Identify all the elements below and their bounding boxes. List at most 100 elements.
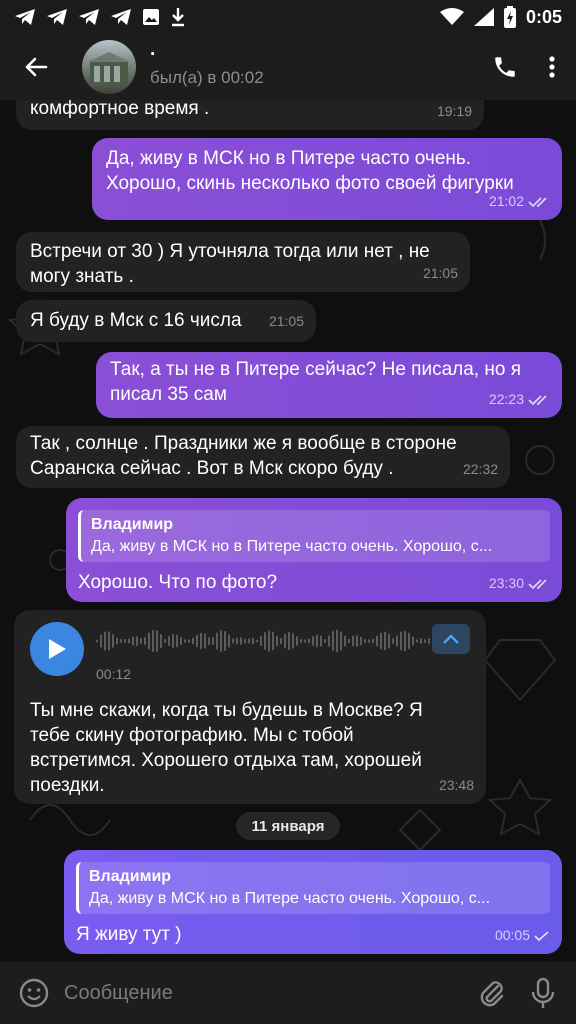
battery-charging-icon <box>503 6 516 28</box>
waveform-bar <box>256 639 258 643</box>
waveform-bar <box>304 639 306 643</box>
waveform-bar <box>424 638 426 644</box>
reply-quote[interactable]: Владимир Да, живу в МСК но в Питере част… <box>76 862 550 914</box>
message-outgoing[interactable]: Так, а ты не в Питере сейчас? Не писала,… <box>96 352 562 418</box>
message-meta: 22:23 <box>489 387 550 412</box>
waveform-bar <box>120 639 122 643</box>
waveform-bar <box>412 636 414 646</box>
message-input[interactable] <box>64 981 434 1005</box>
reply-quote[interactable]: Владимир Да, живу в МСК но в Питере част… <box>78 510 550 562</box>
waveform-bar <box>324 638 326 644</box>
message-time: 23:48 <box>438 777 474 793</box>
waveform-bar <box>344 635 346 647</box>
waveform-bar <box>308 638 310 644</box>
transcribe-button[interactable] <box>432 624 470 654</box>
message-meta: 21:05 <box>423 261 458 286</box>
play-button[interactable] <box>30 622 84 676</box>
waveform-bar <box>228 634 230 648</box>
chevron-up-icon <box>443 634 459 644</box>
waveform-bar <box>356 635 358 647</box>
message-incoming[interactable]: Я буду в Мск с 16 числа 21:05 <box>16 300 316 342</box>
waveform-bar <box>360 636 362 646</box>
message-text: Встречи от 30 ) Я уточняла тогда или нет… <box>30 241 430 287</box>
message-meta: 21:05 <box>269 309 304 334</box>
waveform-bar <box>272 631 274 651</box>
waveform-bar <box>180 636 182 646</box>
message-time: 23:30 <box>488 575 524 591</box>
waveform-bar <box>416 639 418 643</box>
waveform-bar <box>100 634 102 648</box>
paperclip-icon[interactable] <box>476 977 508 1009</box>
smile-icon[interactable] <box>18 977 50 1009</box>
back-button[interactable] <box>18 49 54 85</box>
waveform-bar <box>408 632 410 650</box>
waveform-bar <box>368 639 370 643</box>
phone-icon[interactable] <box>492 54 518 80</box>
voice-duration: 00:12 <box>96 666 132 682</box>
wifi-icon <box>439 8 464 25</box>
check-icon <box>534 930 549 941</box>
message-incoming[interactable]: комфортное время . 19:19 <box>16 100 484 130</box>
waveform-bar <box>200 632 202 650</box>
waveform-bar <box>160 633 162 649</box>
message-incoming[interactable]: Так , солнце . Праздники же я вообще в с… <box>16 426 510 488</box>
avatar[interactable] <box>82 40 136 94</box>
status-bar: 0:05 <box>0 0 576 34</box>
message-text: Так , солнце . Праздники же я вообще в с… <box>30 433 457 479</box>
message-text: Я буду в Мск с 16 числа <box>30 310 242 331</box>
waveform-bar <box>208 636 210 646</box>
message-time: 21:05 <box>422 265 458 281</box>
message-time: 21:02 <box>488 193 524 209</box>
waveform-bar <box>284 633 286 649</box>
waveform-bar <box>240 637 242 645</box>
waveform-bar <box>112 634 114 648</box>
message-meta: 22:32 <box>463 457 498 482</box>
waveform-bar <box>380 632 382 650</box>
waveform-bar <box>296 636 298 646</box>
message-outgoing-reply[interactable]: Владимир Да, живу в МСК но в Питере част… <box>64 850 562 954</box>
waveform-bar <box>148 632 150 650</box>
telegram-notification-icon <box>15 9 35 25</box>
more-vertical-icon[interactable] <box>548 55 556 79</box>
message-outgoing-reply[interactable]: Владимир Да, живу в МСК но в Питере част… <box>66 498 562 602</box>
waveform-bar <box>244 638 246 644</box>
waveform-bar <box>140 637 142 645</box>
message-meta: 00:05 <box>495 923 550 948</box>
message-meta: 23:30 <box>489 571 550 596</box>
waveform-bar <box>300 638 302 644</box>
message-list[interactable]: комфортное время . 19:19 Да, живу в МСК … <box>0 100 576 960</box>
message-time: 22:32 <box>462 461 498 477</box>
waveform-bar <box>288 631 290 651</box>
reply-text: Да, живу в МСК но в Питере часто очень. … <box>89 890 491 907</box>
download-notification-icon <box>172 8 184 27</box>
contact-name[interactable]: · <box>150 45 264 64</box>
waveform-bar <box>188 639 190 643</box>
waveform-bar <box>280 637 282 645</box>
waveform-bar <box>168 635 170 647</box>
message-incoming[interactable]: Встречи от 30 ) Я уточняла тогда или нет… <box>16 232 470 292</box>
message-incoming-voice[interactable]: 00:12 Ты мне скажи, когда ты будешь в Мо… <box>14 610 486 804</box>
voice-waveform[interactable] <box>96 628 436 654</box>
waveform-bar <box>212 637 214 645</box>
message-text: Я живу тут ) <box>76 924 182 945</box>
date-separator: 11 января <box>236 812 340 840</box>
message-outgoing[interactable]: Да, живу в МСК но в Питере часто очень. … <box>92 138 562 220</box>
double-check-icon <box>528 394 547 405</box>
waveform-bar <box>96 639 98 643</box>
waveform-bar <box>352 635 354 647</box>
double-check-icon <box>528 196 547 207</box>
waveform-bar <box>116 637 118 645</box>
waveform-bar <box>164 638 166 644</box>
telegram-notification-icon <box>111 9 131 25</box>
notification-icons <box>14 7 186 27</box>
waveform-bar <box>136 635 138 647</box>
waveform-bar <box>128 638 130 644</box>
message-text: Хорошо. Что по фото? <box>78 572 278 593</box>
waveform-bar <box>364 638 366 644</box>
message-text: комфортное время . <box>30 100 210 119</box>
reply-text: Да, живу в МСК но в Питере часто очень. … <box>91 538 493 555</box>
waveform-bar <box>124 638 126 644</box>
message-meta: 23:48 <box>439 773 474 798</box>
waveform-bar <box>196 634 198 648</box>
microphone-icon[interactable] <box>528 977 558 1009</box>
